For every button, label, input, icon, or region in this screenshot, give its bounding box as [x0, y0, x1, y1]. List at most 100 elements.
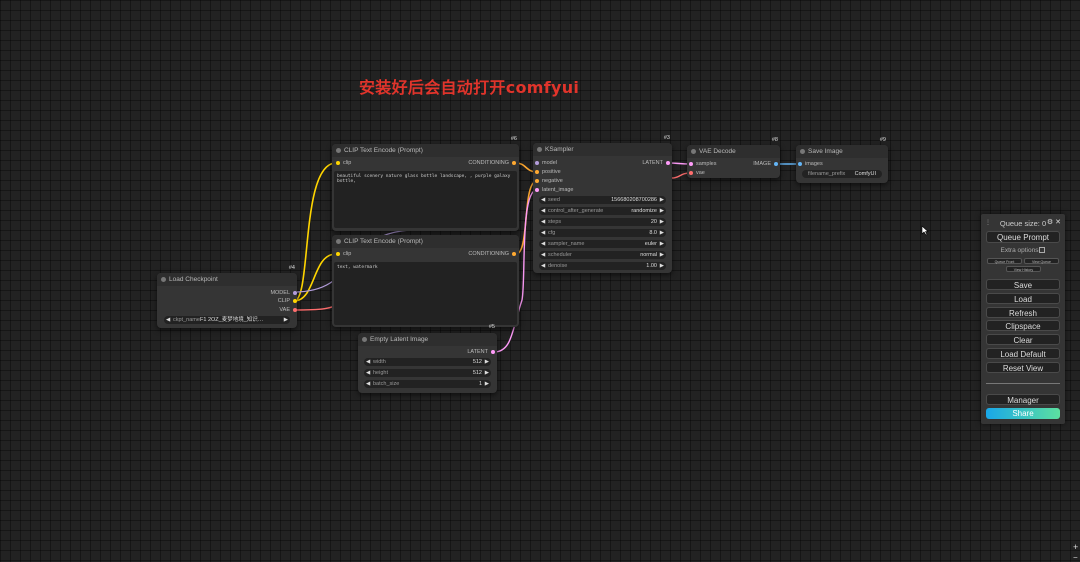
input-clip[interactable]: clip — [336, 250, 351, 258]
arrow-right-icon[interactable]: ▶ — [485, 369, 489, 377]
output-dot[interactable] — [293, 291, 297, 295]
output-clip[interactable]: CLIP — [278, 297, 297, 305]
output-vae[interactable]: VAE — [279, 306, 297, 314]
arrow-left-icon[interactable]: ◀ — [366, 380, 370, 388]
input-dot[interactable] — [689, 162, 693, 166]
arrow-right-icon[interactable]: ▶ — [485, 358, 489, 366]
input-dot[interactable] — [689, 171, 693, 175]
arrow-left-icon[interactable]: ◀ — [541, 262, 545, 270]
input-positive[interactable]: positive — [535, 168, 561, 176]
input-vae[interactable]: vae — [689, 169, 705, 177]
widget-width[interactable]: ◀ width 512 ▶ — [364, 358, 491, 366]
widget-sampler-name[interactable]: ◀ sampler_name euler ▶ — [539, 240, 666, 248]
queue-front-button[interactable]: Queue Front — [987, 258, 1022, 264]
load-button[interactable]: Load — [986, 293, 1060, 304]
view-queue-button[interactable]: View Queue — [1024, 258, 1059, 264]
zoom-in-icon[interactable]: + — [1073, 542, 1078, 552]
node-clip-text-encode-negative[interactable]: CLIP Text Encode (Prompt) clip CONDITION… — [332, 235, 519, 327]
close-icon[interactable]: ✕ — [1055, 219, 1061, 226]
input-dot[interactable] — [535, 179, 539, 183]
arrow-right-icon[interactable]: ▶ — [660, 196, 664, 204]
output-dot[interactable] — [293, 308, 297, 312]
gear-icon[interactable]: ⚙ — [1047, 219, 1053, 226]
arrow-right-icon[interactable]: ▶ — [660, 240, 664, 248]
node-empty-latent-image[interactable]: #5 Empty Latent Image LATENT ◀ width 512 ▶ … — [358, 324, 497, 393]
widget-filename-prefix[interactable]: filename_prefix ComfyUI — [802, 170, 882, 178]
arrow-right-icon[interactable]: ▶ — [660, 251, 664, 259]
arrow-left-icon[interactable]: ◀ — [366, 369, 370, 377]
arrow-left-icon[interactable]: ◀ — [541, 229, 545, 237]
load-default-button[interactable]: Load Default — [986, 348, 1060, 359]
input-latent-image[interactable]: latent_image — [535, 186, 574, 194]
output-latent[interactable]: LATENT — [467, 348, 495, 356]
node-title[interactable]: CLIP Text Encode (Prompt) — [332, 144, 519, 157]
refresh-button[interactable]: Refresh — [986, 307, 1060, 318]
arrow-right-icon[interactable]: ▶ — [660, 229, 664, 237]
queue-menu[interactable]: ⋮ Queue size: 0 ⚙ ✕ Queue Prompt Extra o… — [981, 214, 1065, 424]
arrow-left-icon[interactable]: ◀ — [541, 196, 545, 204]
output-image[interactable]: IMAGE — [753, 160, 778, 168]
widget-height[interactable]: ◀ height 512 ▶ — [364, 369, 491, 377]
widget-steps[interactable]: ◀ steps 20 ▶ — [539, 218, 666, 226]
extra-options[interactable]: Extra options — [981, 247, 1065, 254]
arrow-right-icon[interactable]: ▶ — [660, 207, 664, 215]
clipspace-button[interactable]: Clipspace — [986, 320, 1060, 331]
input-model[interactable]: model — [535, 159, 557, 167]
output-conditioning[interactable]: CONDITIONING — [468, 250, 516, 258]
widget-ckpt-name[interactable]: ◀ ckpt_name F1 2OZ_麦梦地境_知识… ▶ — [164, 316, 290, 324]
arrow-right-icon[interactable]: ▶ — [485, 380, 489, 388]
arrow-left-icon[interactable]: ◀ — [541, 251, 545, 259]
clear-button[interactable]: Clear — [986, 334, 1060, 345]
reset-view-button[interactable]: Reset View — [986, 362, 1060, 373]
input-samples[interactable]: samples — [689, 160, 716, 168]
output-dot[interactable] — [512, 252, 516, 256]
extra-options-checkbox[interactable] — [1039, 247, 1046, 254]
node-title[interactable]: CLIP Text Encode (Prompt) — [332, 235, 519, 248]
arrow-right-icon[interactable]: ▶ — [660, 218, 664, 226]
input-dot[interactable] — [336, 161, 340, 165]
node-save-image[interactable]: #9 Save Image images filename_prefix Comf… — [796, 137, 888, 183]
prompt-textarea[interactable]: beautiful scenery nature glass bottle la… — [334, 171, 517, 228]
arrow-left-icon[interactable]: ◀ — [541, 218, 545, 226]
input-dot[interactable] — [535, 188, 539, 192]
node-title[interactable]: Load Checkpoint — [157, 273, 297, 286]
input-dot[interactable] — [798, 162, 802, 166]
input-dot[interactable] — [535, 170, 539, 174]
output-model[interactable]: MODEL — [270, 289, 297, 297]
arrow-right-icon[interactable]: ▶ — [660, 262, 664, 270]
widget-cfg[interactable]: ◀ cfg 8.0 ▶ — [539, 229, 666, 237]
manager-button[interactable]: Manager — [986, 394, 1060, 405]
arrow-left-icon[interactable]: ◀ — [366, 358, 370, 366]
widget-seed[interactable]: ◀ seed 156680208700286 ▶ — [539, 196, 666, 204]
arrow-left-icon[interactable]: ◀ — [541, 240, 545, 248]
arrow-left-icon[interactable]: ◀ — [541, 207, 545, 215]
save-button[interactable]: Save — [986, 279, 1060, 290]
canvas-zoom-controls[interactable]: + − — [1072, 540, 1080, 562]
output-latent[interactable]: LATENT — [642, 159, 670, 167]
input-negative[interactable]: negative — [535, 177, 563, 185]
input-images[interactable]: images — [798, 160, 823, 168]
node-title[interactable]: KSampler — [533, 143, 672, 156]
input-dot[interactable] — [535, 161, 539, 165]
node-title[interactable]: VAE Decode — [687, 145, 780, 158]
input-clip[interactable]: clip — [336, 159, 351, 167]
output-dot[interactable] — [512, 161, 516, 165]
zoom-out-icon[interactable]: − — [1073, 553, 1078, 562]
queue-prompt-button[interactable]: Queue Prompt — [986, 231, 1060, 243]
output-dot[interactable] — [491, 350, 495, 354]
node-vae-decode[interactable]: #8 VAE Decode samples vae IMAGE — [687, 137, 780, 178]
output-dot[interactable] — [774, 162, 778, 166]
node-clip-text-encode-positive[interactable]: #6 CLIP Text Encode (Prompt) clip CONDIT… — [332, 136, 519, 231]
arrow-left-icon[interactable]: ◀ — [166, 316, 170, 324]
widget-scheduler[interactable]: ◀ scheduler normal ▶ — [539, 251, 666, 259]
share-button[interactable]: Share — [986, 408, 1060, 419]
view-history-button[interactable]: View History — [1006, 266, 1041, 272]
input-dot[interactable] — [336, 252, 340, 256]
widget-control-after-generate[interactable]: ◀ control_after_generate randomize ▶ — [539, 207, 666, 215]
node-ksampler[interactable]: #3 KSampler model positive negative late… — [533, 135, 672, 273]
widget-batch-size[interactable]: ◀ batch_size 1 ▶ — [364, 380, 491, 388]
node-title[interactable]: Save Image — [796, 145, 888, 158]
widget-denoise[interactable]: ◀ denoise 1.00 ▶ — [539, 262, 666, 270]
prompt-textarea[interactable]: text, watermark — [334, 262, 517, 325]
arrow-right-icon[interactable]: ▶ — [284, 316, 288, 324]
